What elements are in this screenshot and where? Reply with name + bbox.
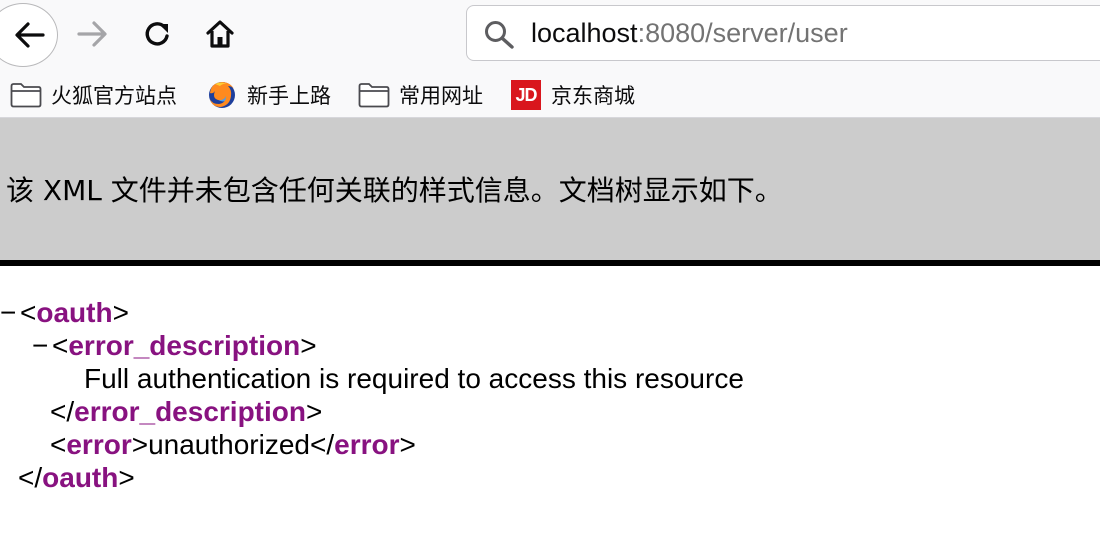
xml-info-message: 该 XML 文件并未包含任何关联的样式信息。文档树显示如下。 [6,174,783,207]
bookmark-getting-started[interactable]: 新手上路 [206,78,331,112]
bookmark-firefox-official[interactable]: 火狐官方站点 [10,78,177,112]
forward-button[interactable] [72,14,112,54]
back-button[interactable] [0,3,58,67]
bookmark-label: 火狐官方站点 [51,84,177,108]
tag-name: error_description [74,396,306,427]
xml-error-element: <error>unauthorized</error> [50,429,416,460]
tag-name: oauth [42,462,119,493]
jd-icon: JD [510,80,542,110]
xml-close-oauth: </oauth> [18,462,135,493]
reload-button[interactable] [138,14,178,54]
tag-name: error [334,429,400,460]
url-path: :8080/server/user [637,18,848,48]
collapse-toggle[interactable]: − [32,329,52,362]
bookmark-label: 常用网址 [399,84,483,108]
reload-icon [145,22,169,46]
home-icon [206,20,234,48]
xml-close-error-description: </error_description> [50,396,323,427]
bookmark-jd-mall[interactable]: JD 京东商城 [510,78,635,112]
xml-open-oauth: − <oauth> [0,296,129,329]
collapse-toggle[interactable]: − [0,296,20,329]
xml-open-error-description: − <error_description> [32,329,317,362]
jd-logo-text: JD [511,80,541,110]
bookmark-label: 京东商城 [551,84,635,108]
home-button[interactable] [200,14,240,54]
url-host: localhost [531,18,638,48]
arrow-right-icon [77,21,107,47]
folder-icon [358,81,390,109]
bookmark-common-sites[interactable]: 常用网址 [358,78,483,112]
tag-name: error [66,429,132,460]
bookmarks-toolbar: 火狐官方站点 新手上路 常用网址 JD 京东商城 [0,72,1100,118]
tag-name: error_description [68,330,301,361]
banner-divider [0,260,1100,266]
url-text[interactable]: localhost:8080/server/user [531,17,848,49]
tag-name: oauth [36,297,113,328]
address-bar[interactable]: localhost:8080/server/user [466,5,1100,61]
bookmark-label: 新手上路 [247,84,331,108]
xml-info-banner: 该 XML 文件并未包含任何关联的样式信息。文档树显示如下。 [0,118,1100,260]
folder-icon [10,81,42,109]
firefox-icon [206,81,238,109]
search-icon [485,21,514,49]
browser-toolbar: localhost:8080/server/user [0,0,1100,72]
xml-text-error: unauthorized [148,429,310,460]
arrow-left-icon [15,22,45,48]
xml-text-error-description: Full authentication is required to acces… [84,363,744,394]
